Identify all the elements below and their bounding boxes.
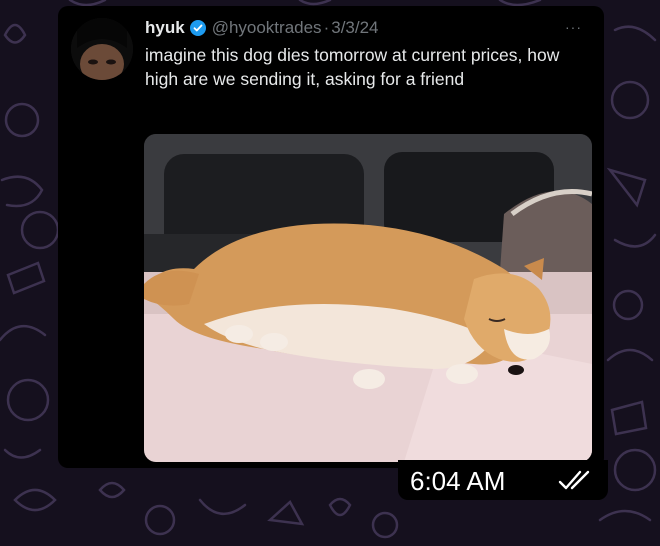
separator-dot: · [323,18,330,37]
double-check-icon [558,470,598,492]
avatar[interactable] [71,18,133,80]
handle[interactable]: @hyooktrades [212,18,322,38]
verified-badge-icon [189,20,206,36]
more-options-icon[interactable]: ··· [565,20,582,34]
tweet-image[interactable] [144,134,592,462]
message-time: 6:04 AM [410,466,506,496]
sleeping-shiba-dog-photo [144,134,592,462]
tweet-header: hyuk @hyooktrades · 3/3/24 [145,16,379,40]
tweet-date[interactable]: 3/3/24 [331,18,378,38]
tweet-text: imagine this dog dies tomorrow at curren… [145,45,560,89]
display-name[interactable]: hyuk [145,18,185,38]
